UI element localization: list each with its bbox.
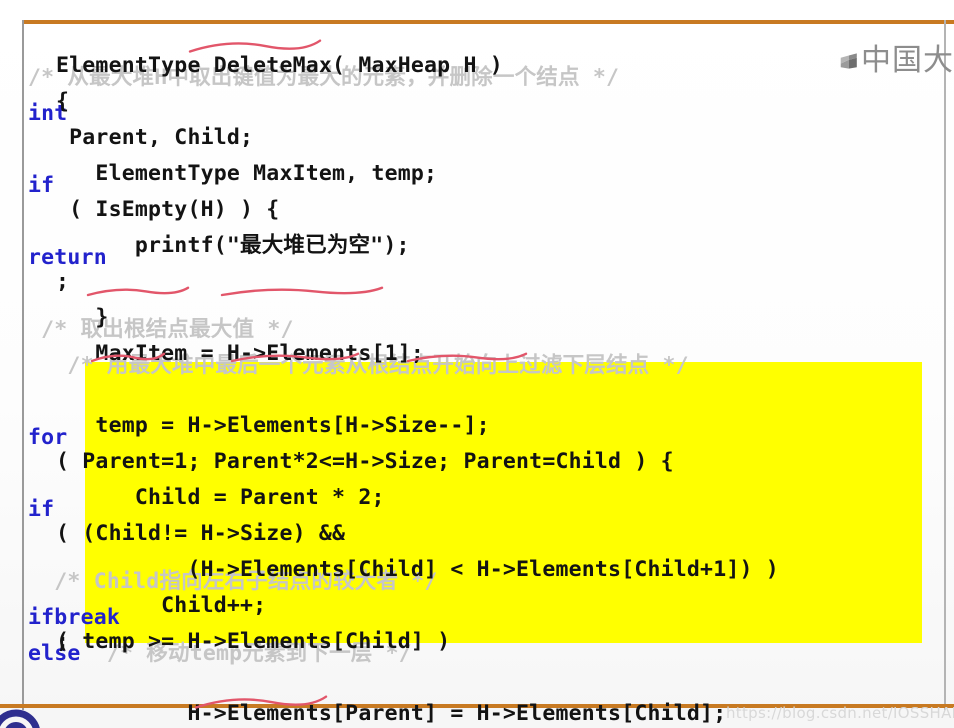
line-signature: ElementType DeleteMax( MaxHeap H ) xyxy=(28,24,944,78)
code-segment: { xyxy=(56,89,96,114)
code-segment: ( IsEmpty(H) ) { xyxy=(56,197,280,222)
course-logo-label: 中国大 xyxy=(861,43,954,78)
code-segment: } xyxy=(56,305,109,330)
code-segment: Parent, Child; xyxy=(56,125,254,150)
code-segment: ElementType MaxItem, temp; xyxy=(56,161,438,186)
code-segment: if xyxy=(28,173,55,198)
line-temp-assign: temp = H->Elements[H->Size--]; xyxy=(28,384,944,438)
code-segment: ( Parent=1; Parent*2<=H->Size; Parent=Ch… xyxy=(56,449,674,474)
course-logo: 中国大 xyxy=(840,32,954,90)
watermark-url: https://blog.csdn.net/IOSSHAN xyxy=(726,704,954,722)
code-segment: if xyxy=(28,497,55,522)
code-segment: (H->Elements[Child] < H->Elements[Child+… xyxy=(56,557,779,582)
code-segment: printf("最大堆已为空"); xyxy=(56,233,410,258)
code-segment: Child++; xyxy=(56,593,267,618)
code-segment: MaxItem = H->Elements[1]; xyxy=(56,341,425,366)
open-book-icon xyxy=(840,53,857,69)
spiral-logo-icon xyxy=(0,709,40,728)
slide-canvas: ElementType DeleteMax( MaxHeap H ){ /* 从… xyxy=(0,0,954,728)
code-block: ElementType DeleteMax( MaxHeap H ){ /* 从… xyxy=(28,24,944,728)
code-segment: ; xyxy=(56,629,70,654)
code-segment: ElementType DeleteMax( MaxHeap H ) xyxy=(56,53,503,78)
code-segment: ; xyxy=(56,269,70,294)
code-segment: Child = Parent * 2; xyxy=(56,485,385,510)
code-segment: ( (Child!= H->Size) && xyxy=(56,521,346,546)
code-segment: temp = H->Elements[H->Size--]; xyxy=(56,413,490,438)
code-segment: if xyxy=(28,605,55,630)
left-rule xyxy=(22,20,24,710)
